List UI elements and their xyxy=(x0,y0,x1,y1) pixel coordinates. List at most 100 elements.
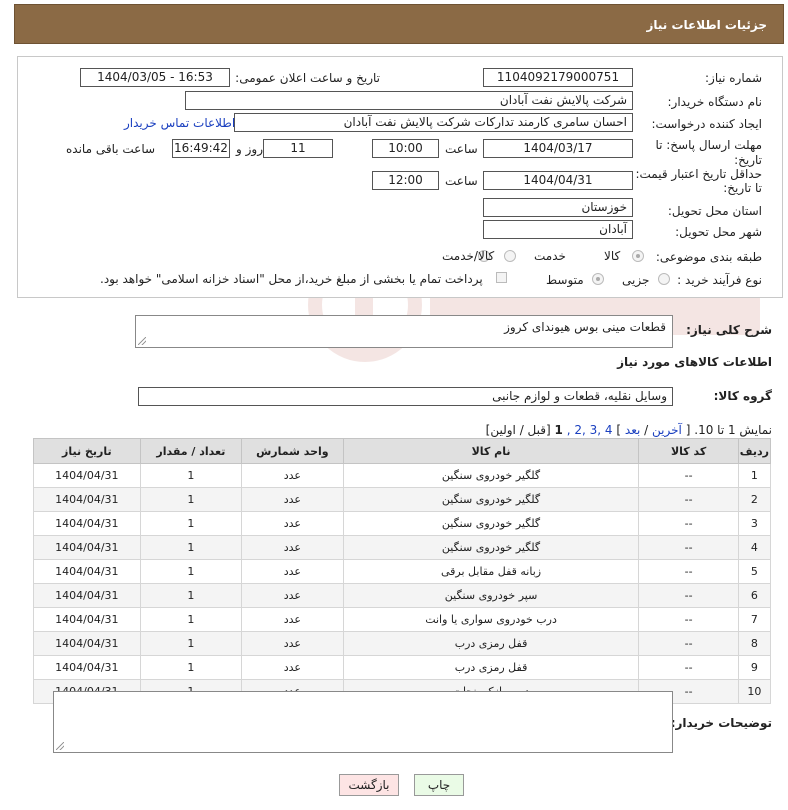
cell-code: -- xyxy=(638,655,739,680)
cell-name: درب خودروی سواری یا وانت xyxy=(342,607,640,632)
general-desc-text: قطعات مینی بوس هیوندای کروز xyxy=(504,320,666,334)
col-header-code: کد کالا xyxy=(638,438,739,464)
validity-time-field: 12:00 xyxy=(372,171,439,190)
cell-code: -- xyxy=(638,583,739,608)
deadline-time-field: 10:00 xyxy=(372,139,439,158)
cell-unit: عدد xyxy=(241,607,344,632)
col-header-name: نام کالا xyxy=(342,438,640,464)
cell-qty: 1 xyxy=(139,583,243,608)
cell-date: 1404/04/31 xyxy=(33,487,141,512)
table-row: 2 -- گلگیر خودروی سنگین عدد 1 1404/04/31 xyxy=(33,487,772,512)
table-header-row: ردیف کد کالا نام کالا واحد شمارش تعداد /… xyxy=(33,438,772,464)
resize-grip-icon[interactable] xyxy=(138,337,146,345)
col-header-date: تاریخ نیاز xyxy=(33,438,141,464)
cell-row-no: 2 xyxy=(737,487,772,512)
pager-bracket-mid: ] xyxy=(616,423,622,437)
cell-code: -- xyxy=(638,463,739,488)
category-option-both: کالا/خدمت xyxy=(442,249,495,263)
cell-name: سپر خودروی سنگین xyxy=(342,583,640,608)
table-row: 5 -- زبانه قفل مقابل برقی عدد 1 1404/04/31 xyxy=(33,559,772,584)
validity-label-2: تا تاریخ: xyxy=(723,181,762,195)
province-field: خوزستان xyxy=(483,198,633,217)
cell-unit: عدد xyxy=(241,487,344,512)
province-label: استان محل تحویل: xyxy=(667,204,762,218)
category-radio-service[interactable] xyxy=(504,250,516,262)
cell-qty: 1 xyxy=(139,631,243,656)
cell-name: گلگیر خودروی سنگین xyxy=(342,535,640,560)
cell-row-no: 10 xyxy=(737,679,772,704)
validity-time-label: ساعت xyxy=(445,174,478,188)
general-desc-label: شرح کلی نیاز: xyxy=(686,323,772,337)
cell-unit: عدد xyxy=(241,559,344,584)
table-row: 9 -- قفل رمزی درب عدد 1 1404/04/31 xyxy=(33,655,772,680)
table-row: 3 -- گلگیر خودروی سنگین عدد 1 1404/04/31 xyxy=(33,511,772,536)
cell-date: 1404/04/31 xyxy=(33,511,141,536)
cell-row-no: 9 xyxy=(737,655,772,680)
purchase-option-minor: جزیی xyxy=(622,273,650,287)
cell-unit: عدد xyxy=(241,655,344,680)
pager-last-link[interactable]: آخرین xyxy=(652,423,682,437)
col-header-row-no: ردیف xyxy=(737,438,772,464)
cell-code: -- xyxy=(638,559,739,584)
purchase-radio-minor[interactable] xyxy=(658,273,670,285)
cell-code: -- xyxy=(638,631,739,656)
cell-qty: 1 xyxy=(139,463,243,488)
cell-qty: 1 xyxy=(139,607,243,632)
cell-qty: 1 xyxy=(139,535,243,560)
cell-code: -- xyxy=(638,511,739,536)
category-option-service: خدمت xyxy=(534,249,566,263)
cell-unit: عدد xyxy=(241,583,344,608)
resize-grip-icon[interactable] xyxy=(56,742,64,750)
purchase-type-label: نوع فرآیند خرید : xyxy=(677,273,762,287)
category-radio-goods[interactable] xyxy=(632,250,644,262)
cell-name: زبانه قفل مقابل برقی xyxy=(342,559,640,584)
need-number-field: 1104092179000751 xyxy=(483,68,633,87)
back-button[interactable]: بازگشت xyxy=(339,774,399,796)
purchase-radio-medium[interactable] xyxy=(592,273,604,285)
validity-label-1: حداقل تاریخ اعتبار قیمت: xyxy=(635,167,762,181)
goods-group-field: وسایل نقلیه، قطعات و لوازم جانبی xyxy=(138,387,673,406)
table-row: 8 -- قفل رمزی درب عدد 1 1404/04/31 xyxy=(33,631,772,656)
cell-code: -- xyxy=(638,535,739,560)
page-header: جزئیات اطلاعات نیاز xyxy=(14,4,784,44)
cell-date: 1404/04/31 xyxy=(33,463,141,488)
buyer-contact-link[interactable]: اطلاعات تماس خریدار xyxy=(124,116,235,130)
general-desc-field: قطعات مینی بوس هیوندای کروز xyxy=(135,315,673,348)
table-row: 4 -- گلگیر خودروی سنگین عدد 1 1404/04/31 xyxy=(33,535,772,560)
cell-date: 1404/04/31 xyxy=(33,535,141,560)
print-button[interactable]: چاپ xyxy=(414,774,464,796)
table-row: 1 -- گلگیر خودروی سنگین عدد 1 1404/04/31 xyxy=(33,463,772,488)
cell-row-no: 7 xyxy=(737,607,772,632)
cell-date: 1404/04/31 xyxy=(33,631,141,656)
cell-row-no: 6 xyxy=(737,583,772,608)
city-label: شهر محل تحویل: xyxy=(675,225,762,239)
buyer-notes-field[interactable] xyxy=(53,691,673,753)
items-table: ردیف کد کالا نام کالا واحد شمارش تعداد /… xyxy=(33,438,772,704)
deadline-date-field: 1404/03/17 xyxy=(483,139,633,158)
remaining-time-field: 16:49:42 xyxy=(172,139,230,158)
cell-row-no: 4 xyxy=(737,535,772,560)
pager-showing: نمایش 1 تا 10. xyxy=(694,423,772,437)
cell-qty: 1 xyxy=(139,511,243,536)
need-number-label: شماره نیاز: xyxy=(705,71,762,85)
cell-name: گلگیر خودروی سنگین xyxy=(342,511,640,536)
treasury-checkbox[interactable] xyxy=(496,272,507,283)
days-field: 11 xyxy=(263,139,333,158)
cell-date: 1404/04/31 xyxy=(33,655,141,680)
cell-qty: 1 xyxy=(139,559,243,584)
validity-date-field: 1404/04/31 xyxy=(483,171,633,190)
page-title: جزئیات اطلاعات نیاز xyxy=(646,18,767,32)
pager-page-links[interactable]: 4 ,3 ,2 , xyxy=(567,423,613,437)
goods-group-label: گروه کالا: xyxy=(713,389,772,403)
cell-date: 1404/04/31 xyxy=(33,583,141,608)
col-header-qty: تعداد / مقدار xyxy=(139,438,243,464)
cell-date: 1404/04/31 xyxy=(33,607,141,632)
cell-name: قفل رمزی درب xyxy=(342,655,640,680)
category-option-goods: کالا xyxy=(604,249,621,263)
cell-name: قفل رمزی درب xyxy=(342,631,640,656)
pager-next-link[interactable]: بعد xyxy=(625,423,640,437)
pager-bracket-open: [ xyxy=(685,423,691,437)
pager: نمایش 1 تا 10. [ آخرین / بعد ] 4 ,3 ,2 ,… xyxy=(486,423,772,437)
pager-separator: / xyxy=(644,423,649,437)
deadline-label-1: مهلت ارسال پاسخ: تا xyxy=(655,138,762,152)
